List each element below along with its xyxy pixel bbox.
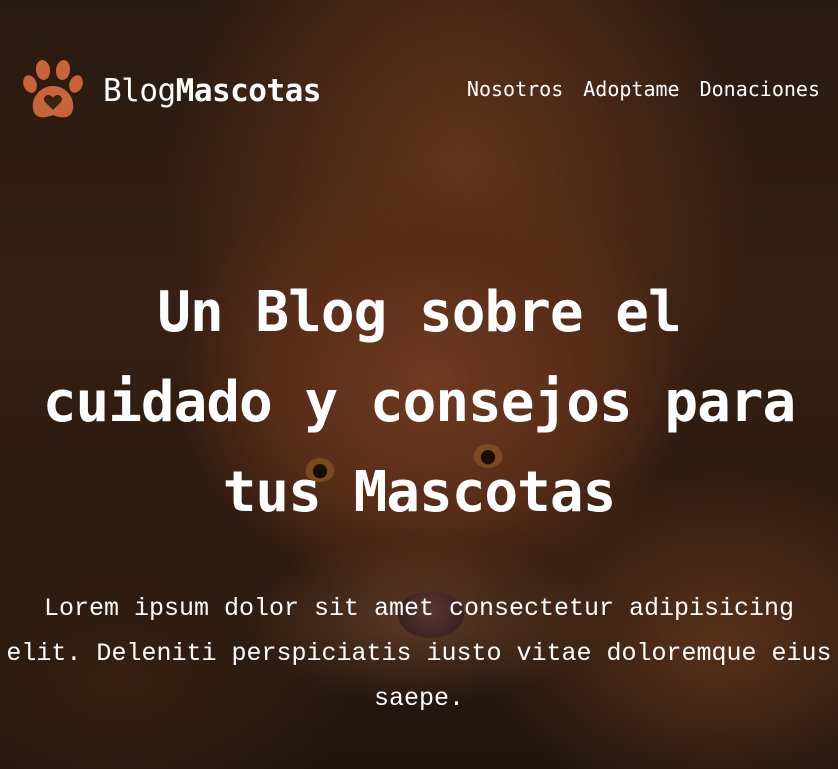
hero-lead-text: Lorem ipsum dolor sit amet consectetur a… xyxy=(6,594,832,713)
brand-name: BlogMascotas xyxy=(103,73,321,109)
site-header: BlogMascotas Nosotros Adoptame Donacione… xyxy=(0,0,838,180)
brand-name-light: Blog xyxy=(103,73,176,109)
nav-link-donaciones[interactable]: Donaciones xyxy=(700,77,820,101)
site-logo[interactable]: BlogMascotas xyxy=(20,58,321,124)
nav-link-nosotros[interactable]: Nosotros xyxy=(467,77,563,101)
paw-heart-icon xyxy=(23,60,83,118)
nav-link-adoptame[interactable]: Adoptame xyxy=(583,77,679,101)
brand-name-bold: Mascotas xyxy=(175,73,322,109)
main-nav: Nosotros Adoptame Donaciones xyxy=(467,77,820,101)
hero-title: Un Blog sobre el cuidado y consejos para… xyxy=(42,280,796,525)
